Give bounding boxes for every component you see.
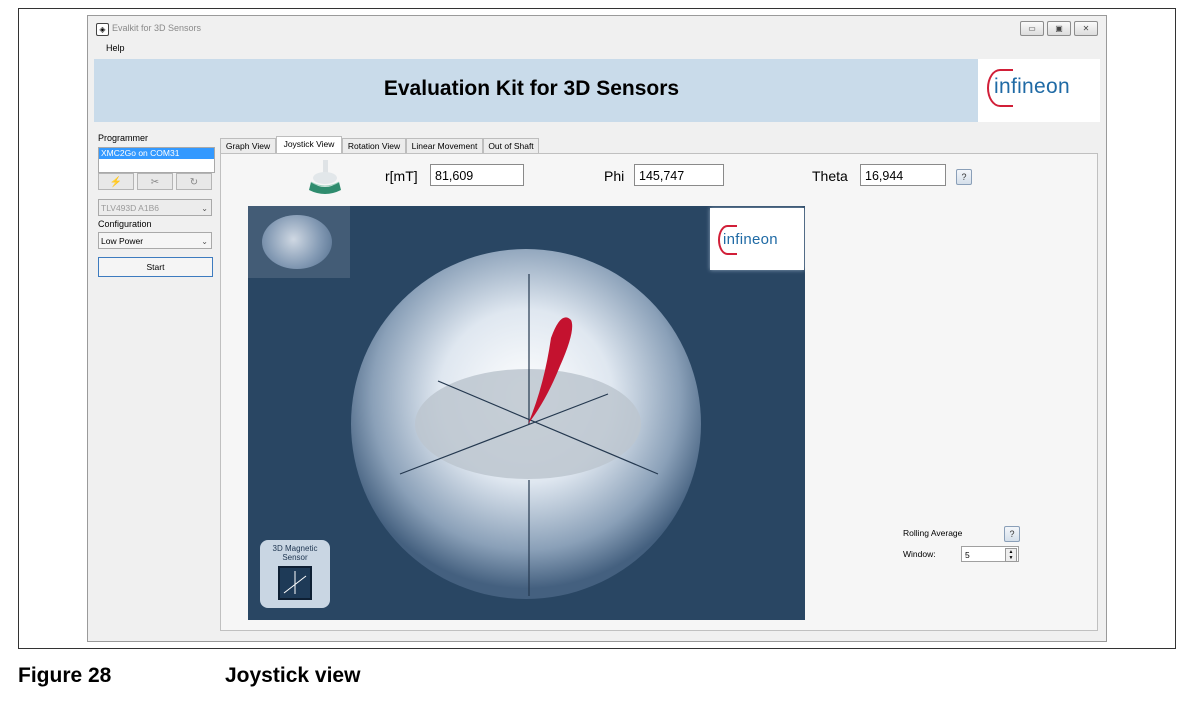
window-value: 5: [965, 550, 970, 560]
rolling-average-help-button[interactable]: ?: [1004, 526, 1020, 542]
app-window: ◈ Evalkit for 3D Sensors ▭ ▣ ✕ Help Eval…: [87, 15, 1107, 642]
phi-field[interactable]: 145,747: [634, 164, 724, 186]
phi-label: Phi: [604, 168, 625, 184]
rolling-average-label: Rolling Average: [903, 528, 963, 538]
programmer-list[interactable]: XMC2Go on COM31: [98, 147, 215, 173]
minimize-button[interactable]: ▭: [1020, 21, 1044, 36]
3d-magnetic-sensor-badge: 3D Magnetic Sensor: [260, 540, 330, 608]
chip-label-line2: Sensor: [282, 553, 308, 562]
close-button[interactable]: ✕: [1074, 21, 1098, 36]
menu-bar: Help: [88, 40, 1106, 58]
r-field[interactable]: 81,609: [430, 164, 524, 186]
tab-out-of-shaft[interactable]: Out of Shaft: [483, 138, 539, 153]
chevron-down-icon: ⌄: [201, 204, 208, 213]
theta-label: Theta: [812, 168, 848, 184]
tab-graph-view[interactable]: Graph View: [220, 138, 276, 153]
configuration-select[interactable]: Low Power ⌄: [98, 232, 212, 249]
configuration-select-value: Low Power: [101, 236, 144, 246]
stepper-arrows-icon[interactable]: ▲ ▼: [1005, 548, 1017, 562]
sensor-select[interactable]: TLV493D A1B6 ⌄: [98, 199, 212, 216]
theta-field[interactable]: 16,944: [860, 164, 946, 186]
window-title: Evalkit for 3D Sensors: [112, 23, 202, 33]
banner-title: Evaluation Kit for 3D Sensors: [383, 77, 680, 100]
sensor-select-value: TLV493D A1B6: [101, 203, 159, 213]
tab-joystick-view[interactable]: Joystick View: [276, 136, 342, 153]
sphere-visualization: [351, 249, 701, 599]
chip-axes-icon: [283, 571, 307, 594]
figure-number: Figure 28: [18, 664, 112, 687]
tab-rotation-view[interactable]: Rotation View: [342, 138, 406, 153]
title-bar: ◈ Evalkit for 3D Sensors ▭ ▣ ✕: [88, 16, 1106, 40]
app-icon: ◈: [96, 23, 109, 36]
chip-label: 3D Magnetic Sensor: [260, 544, 330, 562]
joystick-canvas: infineon 3D Magnetic Sensor: [248, 206, 805, 620]
configuration-label: Configuration: [98, 219, 152, 229]
window-label: Window:: [903, 549, 936, 559]
infineon-logo: infineon: [978, 59, 1100, 122]
menu-help[interactable]: Help: [106, 43, 125, 53]
programmer-list-item[interactable]: XMC2Go on COM31: [99, 148, 214, 159]
refresh-button[interactable]: ↻: [176, 173, 212, 190]
programmer-label: Programmer: [98, 133, 149, 143]
joystick-icon: [309, 160, 341, 194]
disconnect-icon: ✂: [150, 177, 160, 188]
chevron-down-icon: ⌄: [201, 237, 208, 246]
start-button[interactable]: Start: [98, 257, 213, 277]
logo-text: infineon: [994, 75, 1070, 98]
chip-label-line1: 3D Magnetic: [272, 544, 318, 553]
connect-button[interactable]: ⚡: [98, 173, 134, 190]
r-label: r[mT]: [385, 168, 418, 184]
chip-icon: [278, 566, 312, 600]
joystick-panel: r[mT] 81,609 Phi 145,747 Theta 16,944 ? …: [220, 153, 1098, 631]
refresh-icon: ↻: [189, 177, 199, 188]
disconnect-button[interactable]: ✂: [137, 173, 173, 190]
maximize-button[interactable]: ▣: [1047, 21, 1071, 36]
figure-caption: Joystick view: [225, 664, 361, 687]
theta-help-button[interactable]: ?: [956, 169, 972, 185]
header-banner: Evaluation Kit for 3D Sensors infineon: [94, 59, 1100, 122]
plug-icon: ⚡: [109, 177, 123, 188]
window-stepper[interactable]: 5 ▲ ▼: [961, 546, 1019, 562]
tab-linear-movement[interactable]: Linear Movement: [406, 138, 483, 153]
